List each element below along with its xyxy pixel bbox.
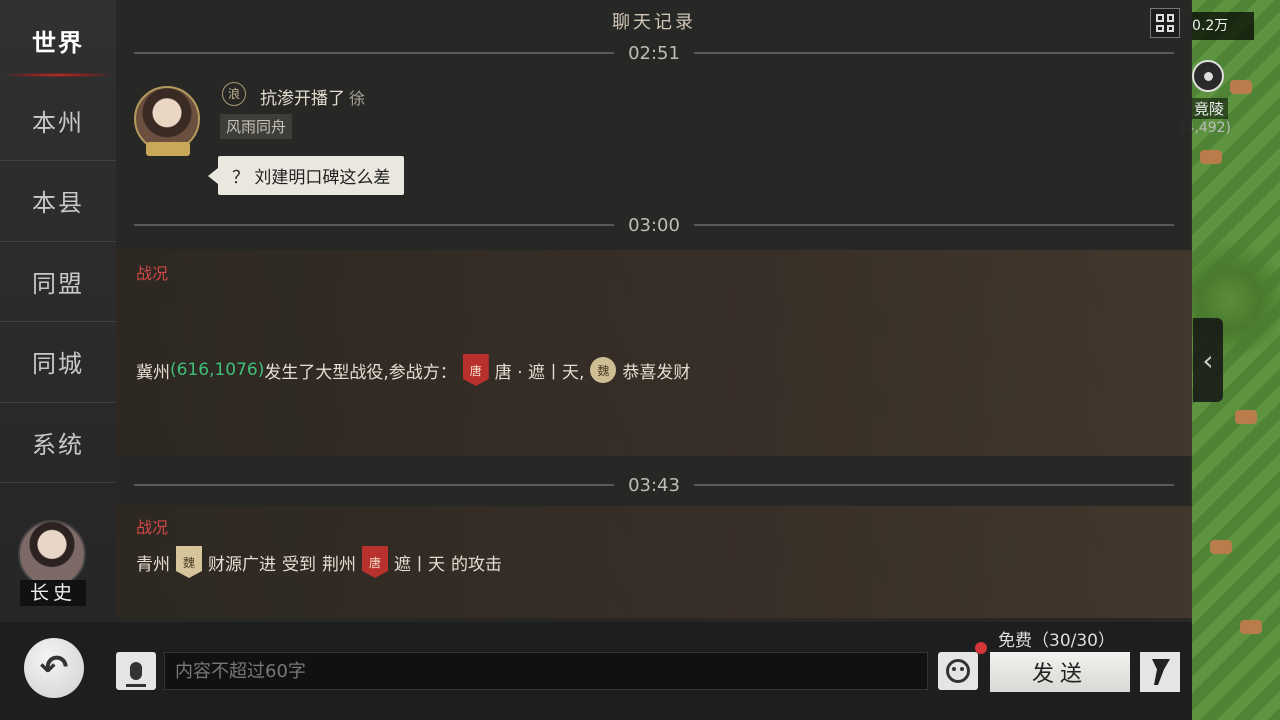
avatar-frame-crest bbox=[146, 142, 190, 156]
battle-desc: 发生了大型战役,参战方： bbox=[264, 362, 457, 383]
map-tile bbox=[1210, 540, 1232, 554]
wei-faction-icon: 魏 bbox=[590, 357, 617, 383]
channel-sidebar: 世界 本州 本县 同盟 同城 系统 长史 bbox=[0, 0, 116, 622]
region-name: 青州 bbox=[136, 554, 170, 575]
party-name[interactable]: 财源广进 bbox=[208, 550, 276, 575]
timestamp-divider: 02:51 bbox=[134, 42, 1174, 64]
tab-label: 世界 bbox=[32, 27, 84, 57]
sender-name[interactable]: 抗渗开播了徐 bbox=[260, 84, 365, 109]
player-title-label: 长史 bbox=[20, 580, 86, 606]
tang-faction-icon: 唐 bbox=[462, 354, 489, 386]
timestamp: 03:43 bbox=[628, 474, 680, 496]
battle-suffix: 的攻击 bbox=[451, 554, 502, 575]
region-name: 冀州 bbox=[136, 362, 170, 383]
horn-broadcast-button[interactable] bbox=[1140, 652, 1180, 692]
chat-message-input[interactable] bbox=[164, 652, 928, 690]
resource-counter: 0.2万 bbox=[1188, 12, 1254, 40]
panel-title: 聊天记录 bbox=[612, 12, 696, 33]
expand-panel-button[interactable]: ‹ bbox=[1193, 318, 1223, 402]
tab-city[interactable]: 同城 bbox=[0, 322, 116, 403]
timestamp: 03:00 bbox=[628, 214, 680, 236]
map-tile bbox=[1200, 150, 1222, 164]
notification-dot bbox=[975, 642, 987, 654]
tab-label: 同盟 bbox=[32, 269, 84, 298]
microphone-icon bbox=[126, 662, 146, 687]
tab-alliance[interactable]: 同盟 bbox=[0, 242, 116, 322]
sender-name-text: 抗渗开播了 bbox=[260, 89, 345, 109]
tab-system[interactable]: 系统 bbox=[0, 403, 116, 483]
map-tile bbox=[1230, 80, 1252, 94]
party-name[interactable]: 遮丨天 bbox=[394, 550, 445, 575]
tab-county[interactable]: 本县 bbox=[0, 161, 116, 242]
party-name[interactable]: 唐 · 遮丨天, bbox=[495, 358, 585, 383]
battle-report-text: 青州 魏 财源广进 受到 荆州 唐 遮丨天 的攻击 bbox=[136, 546, 502, 578]
map-tile bbox=[1240, 620, 1262, 634]
emoji-button[interactable] bbox=[938, 652, 978, 690]
player-avatar[interactable] bbox=[18, 520, 86, 588]
party-name[interactable]: 恭喜发财 bbox=[622, 358, 690, 383]
timestamp-divider: 03:00 bbox=[134, 214, 1174, 236]
battle-verb: 受到 bbox=[282, 554, 316, 575]
horn-icon bbox=[1152, 659, 1170, 685]
emoji-face-icon bbox=[946, 659, 970, 683]
back-button[interactable]: ↶ bbox=[24, 638, 84, 698]
region-name: 荆州 bbox=[322, 554, 356, 575]
menu-grid-icon[interactable] bbox=[1150, 8, 1180, 38]
message-bubble: ？ 刘建明口碑这么差 bbox=[207, 156, 405, 195]
tab-label: 同城 bbox=[32, 350, 84, 379]
battle-tag: 战况 bbox=[136, 264, 169, 283]
tab-state[interactable]: 本州 bbox=[0, 81, 116, 161]
battle-report: 战况 冀州 (616,1076) 发生了大型战役,参战方： 唐 唐 · 遮丨天, 魏… bbox=[116, 250, 1192, 456]
voice-input-button[interactable] bbox=[116, 652, 156, 690]
battle-report: 战况 青州 魏 财源广进 受到 荆州 唐 遮丨天 的攻击 bbox=[116, 506, 1192, 618]
sender-badge-icon: 浪 bbox=[222, 82, 246, 106]
location-pin-icon[interactable] bbox=[1192, 60, 1224, 92]
chat-input-bar: ↶ 免费（30/30） 发送 bbox=[0, 622, 1192, 720]
tab-label: 本州 bbox=[32, 108, 84, 137]
send-button[interactable]: 发送 bbox=[990, 652, 1130, 692]
wei-faction-icon: 魏 bbox=[176, 546, 202, 578]
timestamp-divider: 03:43 bbox=[134, 474, 1174, 496]
battle-tag: 战况 bbox=[136, 518, 169, 537]
chat-history-panel: 聊天记录 02:51 浪 抗渗开播了徐 风雨同舟 ？ 刘建明口碑这么差 03:0… bbox=[116, 0, 1192, 622]
map-place-name: 竟陵 bbox=[1190, 98, 1229, 119]
map-tile bbox=[1235, 410, 1257, 424]
back-arrow-icon: ↶ bbox=[39, 648, 69, 688]
coords-link[interactable]: (616,1076) bbox=[170, 360, 264, 380]
sender-surname: 徐 bbox=[349, 89, 366, 108]
sender-alliance: 风雨同舟 bbox=[220, 114, 293, 139]
chevron-left-icon: ‹ bbox=[1202, 343, 1214, 377]
free-message-count: 免费（30/30） bbox=[998, 631, 1115, 651]
tab-world[interactable]: 世界 bbox=[0, 0, 116, 81]
battle-report-text: 冀州 (616,1076) 发生了大型战役,参战方： 唐 唐 · 遮丨天, 魏 恭喜… bbox=[136, 354, 690, 386]
tab-label: 系统 bbox=[32, 430, 84, 459]
tab-label: 本县 bbox=[32, 189, 84, 218]
tang-faction-icon: 唐 bbox=[362, 546, 388, 578]
timestamp: 02:51 bbox=[628, 42, 680, 64]
